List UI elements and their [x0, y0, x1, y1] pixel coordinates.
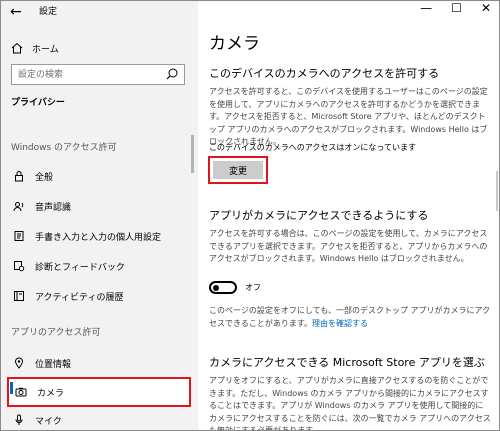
section-app-access-heading: アプリがカメラにアクセスできるようにする	[209, 209, 429, 222]
app-access-toggle[interactable]	[209, 281, 237, 294]
sidebar-item-inking[interactable]: 手書き入力と入力の個人用設定	[7, 225, 191, 247]
home-label: ホーム	[32, 44, 59, 55]
home-icon	[11, 42, 23, 54]
lock-icon	[12, 169, 26, 183]
sidebar-item-location[interactable]: 位置情報	[7, 352, 191, 374]
main-scrollbar[interactable]	[496, 171, 498, 211]
sidebar-item-label: 位置情報	[35, 359, 72, 370]
search-placeholder: 設定の検索	[18, 70, 64, 80]
app-access-toggle-row: オフ	[209, 281, 261, 294]
sidebar-item-camera[interactable]: カメラ	[7, 377, 191, 407]
back-arrow-icon[interactable]: ←	[10, 4, 22, 20]
device-access-status: このデバイスのカメラへのアクセスはオンになっています	[209, 143, 416, 152]
window-title: 設定	[39, 7, 58, 17]
main-content: — ☐ ✕ カメラ このデバイスのカメラへのアクセスを許可する アクセスを許可す…	[198, 1, 499, 431]
location-icon	[12, 356, 26, 370]
sidebar-item-label: カメラ	[37, 388, 65, 399]
section-store-apps-description: アプリをオフにすると、アプリがカメラに直接アクセスするのを防ぐことができます。た…	[209, 376, 491, 431]
history-icon	[12, 289, 26, 303]
diagnostics-icon	[12, 259, 26, 273]
title-bar: ← 設定	[1, 1, 198, 25]
sidebar-item-general[interactable]: 全般	[7, 165, 191, 187]
page-title: カメラ	[209, 34, 260, 54]
toggle-label: オフ	[245, 283, 261, 292]
change-button[interactable]: 変更	[213, 161, 263, 179]
section-app-permissions: アプリのアクセス許可	[11, 328, 101, 338]
section-windows-permissions: Windows のアクセス許可	[11, 143, 117, 153]
sidebar-item-label: 全般	[35, 172, 54, 183]
minimize-icon[interactable]: —	[420, 1, 432, 21]
window-controls: — ☐ ✕	[420, 1, 497, 21]
sidebar-item-speech[interactable]: 音声認識	[7, 195, 191, 217]
category-heading: プライバシー	[11, 98, 65, 108]
toggle-knob	[213, 284, 219, 291]
speech-icon	[12, 199, 26, 213]
search-input[interactable]: 設定の検索	[11, 64, 185, 85]
sidebar: ← 設定 ホーム 設定の検索 プライバシー Windows のアクセス許可 全般…	[1, 1, 198, 430]
home-link[interactable]: ホーム	[11, 41, 59, 55]
camera-icon	[14, 385, 28, 399]
sidebar-item-activity-history[interactable]: アクティビティの履歴	[7, 285, 191, 307]
section-device-access-heading: このデバイスのカメラへのアクセスを許可する	[209, 67, 440, 80]
settings-window: ← 設定 ホーム 設定の検索 プライバシー Windows のアクセス許可 全般…	[0, 0, 500, 431]
section-app-access-description: アクセスを許可する場合は、このページの設定を使用して、カメラにアクセスできるアプ…	[209, 229, 488, 263]
section-store-apps-heading: カメラにアクセスできる Microsoft Store アプリを選ぶ	[209, 356, 485, 369]
sidebar-item-label: 手書き入力と入力の個人用設定	[35, 232, 162, 243]
sidebar-item-label: アクティビティの履歴	[35, 292, 124, 303]
change-button-highlight: 変更	[208, 156, 268, 184]
mic-icon	[12, 413, 26, 427]
sidebar-item-label: 音声認識	[35, 202, 72, 213]
search-icon[interactable]	[165, 67, 179, 81]
sidebar-scrollbar[interactable]	[191, 135, 194, 173]
learn-why-link[interactable]: 理由を確認する	[312, 319, 368, 328]
sidebar-item-microphone[interactable]: マイク	[7, 409, 191, 430]
pen-icon	[12, 229, 26, 243]
desktop-apps-note: このページの設定をオフにしても、一部のデスクトップ アプリがカメラにアクセスでき…	[209, 305, 491, 330]
sidebar-item-diagnostics[interactable]: 診断とフィードバック	[7, 255, 191, 277]
section-device-access-description: アクセスを許可すると、このデバイスを使用するユーザーはこのページの設定を使用して…	[209, 87, 488, 146]
maximize-icon[interactable]: ☐	[451, 1, 462, 21]
sidebar-item-label: マイク	[35, 416, 62, 427]
sidebar-item-label: 診断とフィードバック	[35, 262, 125, 273]
close-icon[interactable]: ✕	[481, 1, 491, 21]
